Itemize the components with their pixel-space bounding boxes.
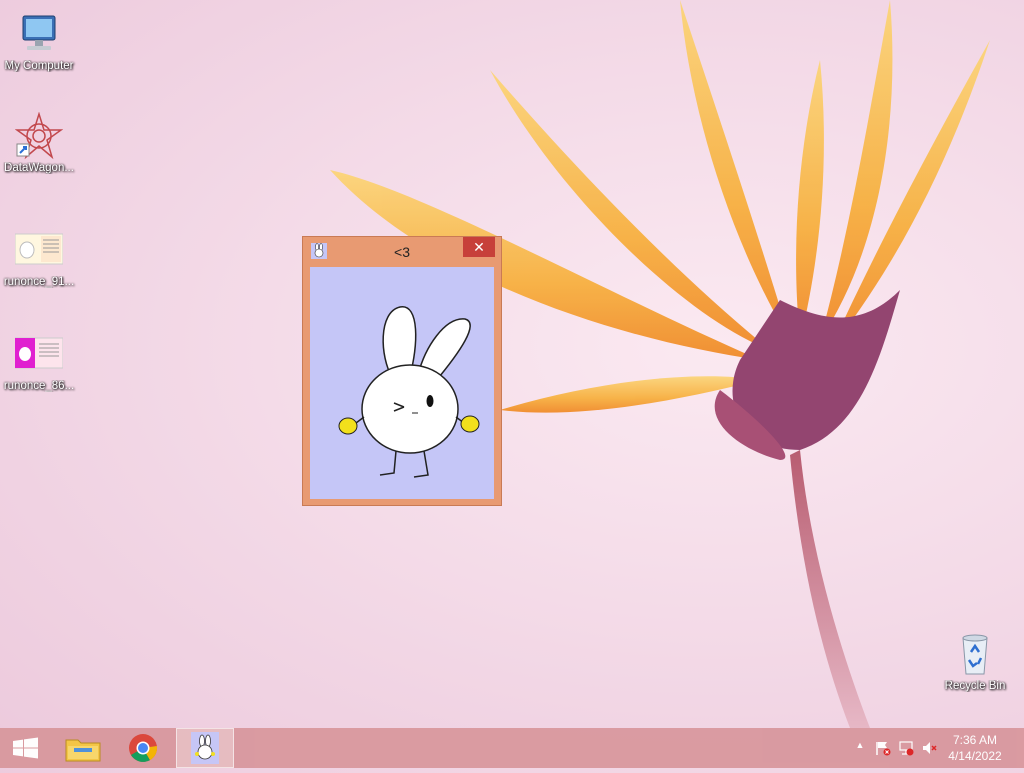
close-button[interactable]: ✕ [463,237,495,257]
show-hidden-icons-button[interactable]: ▲ [852,740,868,756]
chrome-button[interactable] [115,728,171,768]
bunny-image-area [310,267,494,499]
chrome-icon [129,734,158,762]
clock-date: 4/14/2022 [948,749,1002,763]
desktop-icon-label: runonce_86... [3,380,75,392]
system-clock[interactable]: 7:36 AM 4/14/2022 [940,732,1010,764]
desktop-icon-label: My Computer [4,60,74,72]
desktop-icon-runonce-91[interactable]: runonce_91... [1,226,77,288]
bunny-app-taskbar-button[interactable] [176,728,234,768]
taskbar: ▲ 7:36 AM 4/14/2022 [0,728,1024,768]
window-titlebar[interactable]: <3 ✕ [303,237,501,265]
desktop-icon-label: runonce_91... [3,276,75,288]
bunny-window[interactable]: <3 ✕ [302,236,502,506]
desktop-icon-my-computer[interactable]: My Computer [1,10,77,72]
desktop-icon-runonce-86[interactable]: runonce_86... [1,330,77,392]
datawagon-star-icon [14,111,64,160]
windows-start-icon [13,737,38,759]
desktop-icon-recycle-bin[interactable]: Recycle Bin [937,630,1013,692]
network-icon[interactable] [898,740,914,756]
file-explorer-icon [65,739,101,762]
volume-muted-icon[interactable] [921,740,937,756]
desktop-icon-datawagon[interactable]: DataWagon... [1,111,77,174]
file-explorer-button[interactable] [56,728,112,768]
computer-icon [15,10,63,58]
start-button[interactable] [0,728,56,768]
bunny-illustration [338,306,480,478]
clock-time: 7:36 AM [952,733,998,747]
desktop-icon-label: Recycle Bin [944,680,1006,692]
recycle-bin-icon [951,630,999,678]
bunny-app-icon [191,732,219,764]
image-thumbnail-icon [14,330,64,378]
desktop-icon-label: DataWagon... [4,162,74,174]
action-center-flag-icon[interactable] [875,740,891,756]
wallpaper-flower [330,0,990,728]
image-thumbnail-icon [14,226,64,274]
